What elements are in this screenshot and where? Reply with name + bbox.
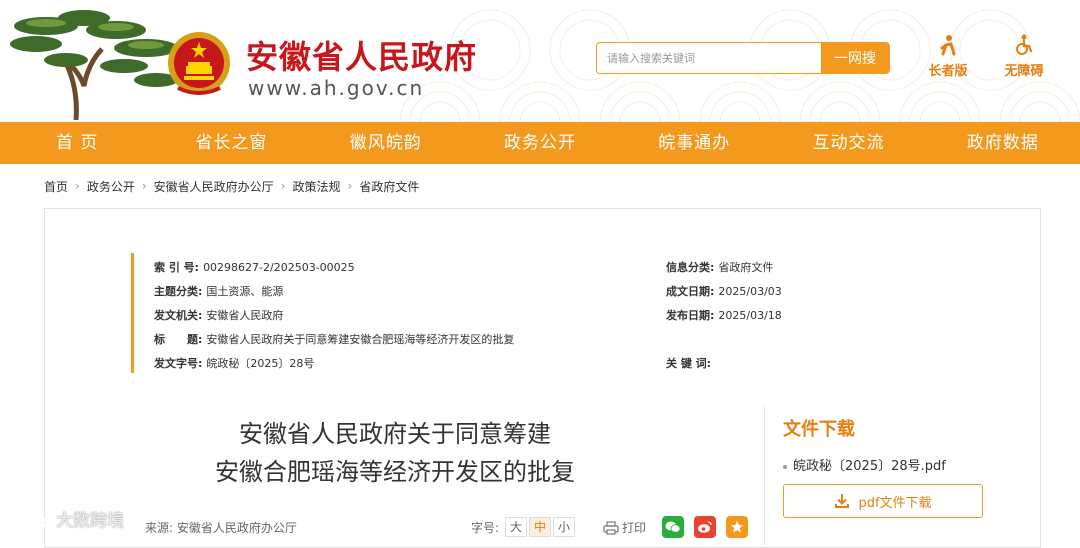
breadcrumb-separator-icon: › [280, 179, 286, 193]
favorite-star-icon[interactable] [726, 516, 748, 538]
download-file-link[interactable]: 皖政秘〔2025〕28号.pdf [783, 455, 946, 474]
info-keywords: 关 键 词: [666, 355, 715, 371]
nav-item-governor[interactable]: 省长之窗 [154, 122, 308, 164]
breadcrumb-separator-icon: › [75, 179, 80, 193]
info-issuer-label: 发文机关: [154, 309, 203, 322]
info-title-label: 标 题: [154, 333, 203, 346]
info-title-value: 安徽省人民政府关于同意筹建安徽合肥瑶海等经济开发区的批复 [206, 333, 515, 346]
search-input[interactable] [597, 43, 821, 73]
document-source: 来源: 安徽省人民政府办公厅 [145, 521, 297, 535]
content-panel: 索 引 号: 00298627-2/202503-00025 信息分类: 省政府文件… [44, 208, 1041, 548]
info-published-label: 发布日期: [666, 309, 715, 322]
print-button[interactable]: 打印 [603, 519, 646, 536]
info-index-label: 索 引 号: [154, 261, 200, 274]
printer-icon [603, 520, 619, 535]
main-nav: 首 页 省长之窗 徽风皖韵 政务公开 皖事通办 互动交流 政府数据 [0, 122, 1080, 164]
site-header: 安徽省人民政府 www.ah.gov.cn 一网搜 长者版 无障碍 [0, 0, 1080, 122]
search-box: 一网搜 [596, 42, 890, 74]
pdf-download-label: pdf文件下载 [858, 495, 932, 511]
info-docno-value: 皖政秘〔2025〕28号 [206, 357, 315, 370]
info-topic-label: 主题分类: [154, 285, 203, 298]
info-category-value: 省政府文件 [718, 261, 774, 274]
nav-item-data[interactable]: 政府数据 [926, 122, 1080, 164]
weibo-share-icon[interactable] [694, 516, 716, 538]
breadcrumb-separator-icon: › [347, 179, 353, 193]
download-file-name: 皖政秘〔2025〕28号.pdf [793, 459, 946, 474]
breadcrumb-gov-docs[interactable]: 省政府文件 [359, 178, 419, 195]
info-category: 信息分类: 省政府文件 [666, 259, 773, 275]
info-topic: 主题分类: 国土资源、能源 [154, 283, 283, 299]
elder-icon [940, 35, 956, 56]
info-topic-value: 国土资源、能源 [206, 285, 284, 298]
breadcrumb-office[interactable]: 安徽省人民政府办公厅 [154, 178, 274, 195]
accessibility-button[interactable]: 无障碍 [994, 34, 1054, 79]
breadcrumb-gov-affairs[interactable]: 政务公开 [87, 178, 135, 195]
info-docno: 发文字号: 皖政秘〔2025〕28号 [154, 355, 314, 371]
download-section-title: 文件下载 [783, 419, 855, 440]
document-title-line1: 安徽省人民政府关于同意筹建 [239, 420, 551, 448]
pine-tree-logo [10, 10, 178, 120]
watermark-logo-icon [10, 510, 47, 528]
nav-item-home[interactable]: 首 页 [0, 122, 154, 164]
document-title-line2: 安徽合肥瑶海等经济开发区的批复 [215, 458, 575, 486]
accessibility-label: 无障碍 [1004, 64, 1044, 79]
info-index-value: 00298627-2/202503-00025 [203, 261, 355, 274]
bullet-icon [783, 464, 787, 469]
breadcrumb: 首页 › 政务公开 › 安徽省人民政府办公厅 › 政策法规 › 省政府文件 [0, 164, 1080, 208]
info-issuer-value: 安徽省人民政府 [206, 309, 284, 322]
site-title[interactable]: 安徽省人民政府 [246, 32, 477, 78]
font-size-small-button[interactable]: 小 [553, 517, 576, 537]
national-emblem-icon [168, 32, 230, 95]
watermark: 大数跨境 [8, 506, 124, 531]
breadcrumb-home[interactable]: 首页 [44, 178, 68, 195]
info-published: 发布日期: 2025/03/18 [666, 307, 782, 323]
font-size-control: 字号: 大 中 小 [471, 517, 576, 537]
breadcrumb-policy[interactable]: 政策法规 [292, 178, 340, 195]
download-icon [835, 494, 850, 508]
nav-item-interaction[interactable]: 互动交流 [771, 122, 925, 164]
search-button[interactable]: 一网搜 [821, 43, 889, 73]
font-size-medium-button[interactable]: 中 [529, 517, 552, 537]
breadcrumb-separator-icon: › [141, 179, 147, 193]
info-docno-label: 发文字号: [154, 357, 203, 370]
elder-mode-label: 长者版 [928, 64, 968, 79]
info-created: 成文日期: 2025/03/03 [666, 283, 782, 299]
elder-mode-button[interactable]: 长者版 [918, 34, 978, 79]
font-size-label: 字号: [471, 520, 500, 535]
info-category-label: 信息分类: [666, 261, 715, 274]
nav-item-culture[interactable]: 徽风皖韵 [309, 122, 463, 164]
info-published-value: 2025/03/18 [718, 309, 782, 322]
font-size-large-button[interactable]: 大 [505, 517, 528, 537]
document-meta-bar: 来源: 安徽省人民政府办公厅 字号: 大 中 小 打印 [45, 515, 748, 539]
info-title: 标 题: 安徽省人民政府关于同意筹建安徽合肥瑶海等经济开发区的批复 [154, 331, 514, 347]
watermark-text: 大数跨境 [56, 511, 124, 531]
nav-item-services[interactable]: 皖事通办 [617, 122, 771, 164]
wechat-share-icon[interactable] [662, 516, 684, 538]
info-index: 索 引 号: 00298627-2/202503-00025 [154, 259, 355, 275]
info-keywords-label: 关 键 词: [666, 357, 712, 370]
doc-info-box: 索 引 号: 00298627-2/202503-00025 信息分类: 省政府文件… [131, 253, 911, 373]
document-title: 安徽省人民政府关于同意筹建 安徽合肥瑶海等经济开发区的批复 [85, 415, 705, 491]
info-created-value: 2025/03/03 [718, 285, 782, 298]
info-issuer: 发文机关: 安徽省人民政府 [154, 307, 283, 323]
info-created-label: 成文日期: [666, 285, 715, 298]
print-label: 打印 [622, 521, 647, 535]
pdf-download-button[interactable]: pdf文件下载 [783, 484, 983, 518]
site-url: www.ah.gov.cn [248, 76, 425, 100]
wheelchair-icon [1016, 34, 1033, 55]
content-divider [764, 405, 765, 545]
nav-item-gov-affairs[interactable]: 政务公开 [463, 122, 617, 164]
